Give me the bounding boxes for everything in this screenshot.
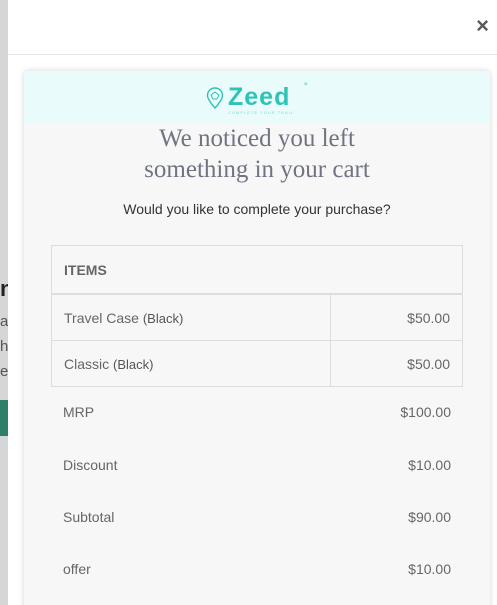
background-text: h [0,338,8,355]
brand-logo: Zeed ° COMPLETE YOUR TRAIL [206,81,310,117]
modal-body: Zeed ° COMPLETE YOUR TRAIL We noticed yo… [8,55,497,605]
modal-header: × [8,0,497,55]
cart-reminder-modal: × Zeed ° COMPLETE YOUR TRAIL We noticed … [8,0,497,605]
order-totals: MRP $100.00 Discount $10.00 Subtotal $90… [51,385,463,595]
total-value: $90.00 [408,509,451,525]
total-value: $100.00 [400,404,451,420]
total-row-mrp: MRP $100.00 [51,385,463,439]
total-value: $10.00 [408,457,451,473]
total-label: Discount [63,457,118,473]
item-price: $50.00 [330,293,463,341]
background-text: ei [0,363,8,380]
location-pin-icon [206,87,224,109]
cart-card: Zeed ° COMPLETE YOUR TRAIL We noticed yo… [24,71,490,605]
total-label: MRP [63,404,95,420]
total-row-offer: offer $10.00 [51,543,463,595]
logo-degree: ° [304,81,308,91]
items-table: ITEMS Travel Case (Black) $50.00 Classic [51,245,463,387]
total-label: Subtotal [63,509,115,525]
total-value: $10.00 [408,561,451,577]
table-row: Classic (Black) $50.00 [51,340,463,387]
item-name: Travel Case [64,309,139,326]
items-header: ITEMS [51,245,463,295]
item-name-cell: Travel Case (Black) [51,293,331,341]
headline: We noticed you left something in your ca… [24,123,490,185]
headline-line-1: We noticed you left [159,125,355,152]
total-label: offer [63,561,91,577]
background-text: n [0,276,8,301]
total-row-discount: Discount $10.00 [51,439,463,491]
background-button [0,400,8,436]
headline-line-2: something in your cart [144,156,370,183]
subheading: Would you like to complete your purchase… [123,201,391,217]
background-page: n a h ei [0,0,8,605]
logo-wordmark: Zeed [228,83,291,111]
item-variant: (Black) [113,356,154,372]
item-name: Classic [64,355,110,372]
item-name-cell: Classic (Black) [51,340,331,387]
close-button[interactable]: × [476,12,489,40]
logo-tagline: COMPLETE YOUR TRAIL [228,110,294,115]
table-row: Travel Case (Black) $50.00 [51,293,463,341]
item-variant: (Black) [142,310,184,326]
total-row-subtotal: Subtotal $90.00 [51,491,463,543]
logo-bar: Zeed ° COMPLETE YOUR TRAIL [24,71,490,123]
background-text: a [0,313,8,330]
item-price: $50.00 [330,340,463,387]
